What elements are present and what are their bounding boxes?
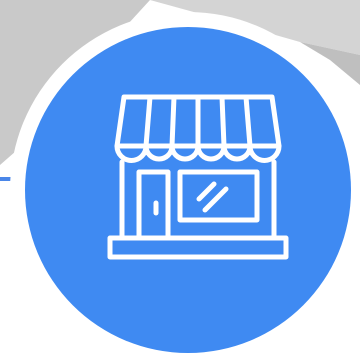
icon-scene [0, 0, 360, 355]
icon-canvas [0, 0, 360, 355]
badge-circle [25, 27, 351, 353]
